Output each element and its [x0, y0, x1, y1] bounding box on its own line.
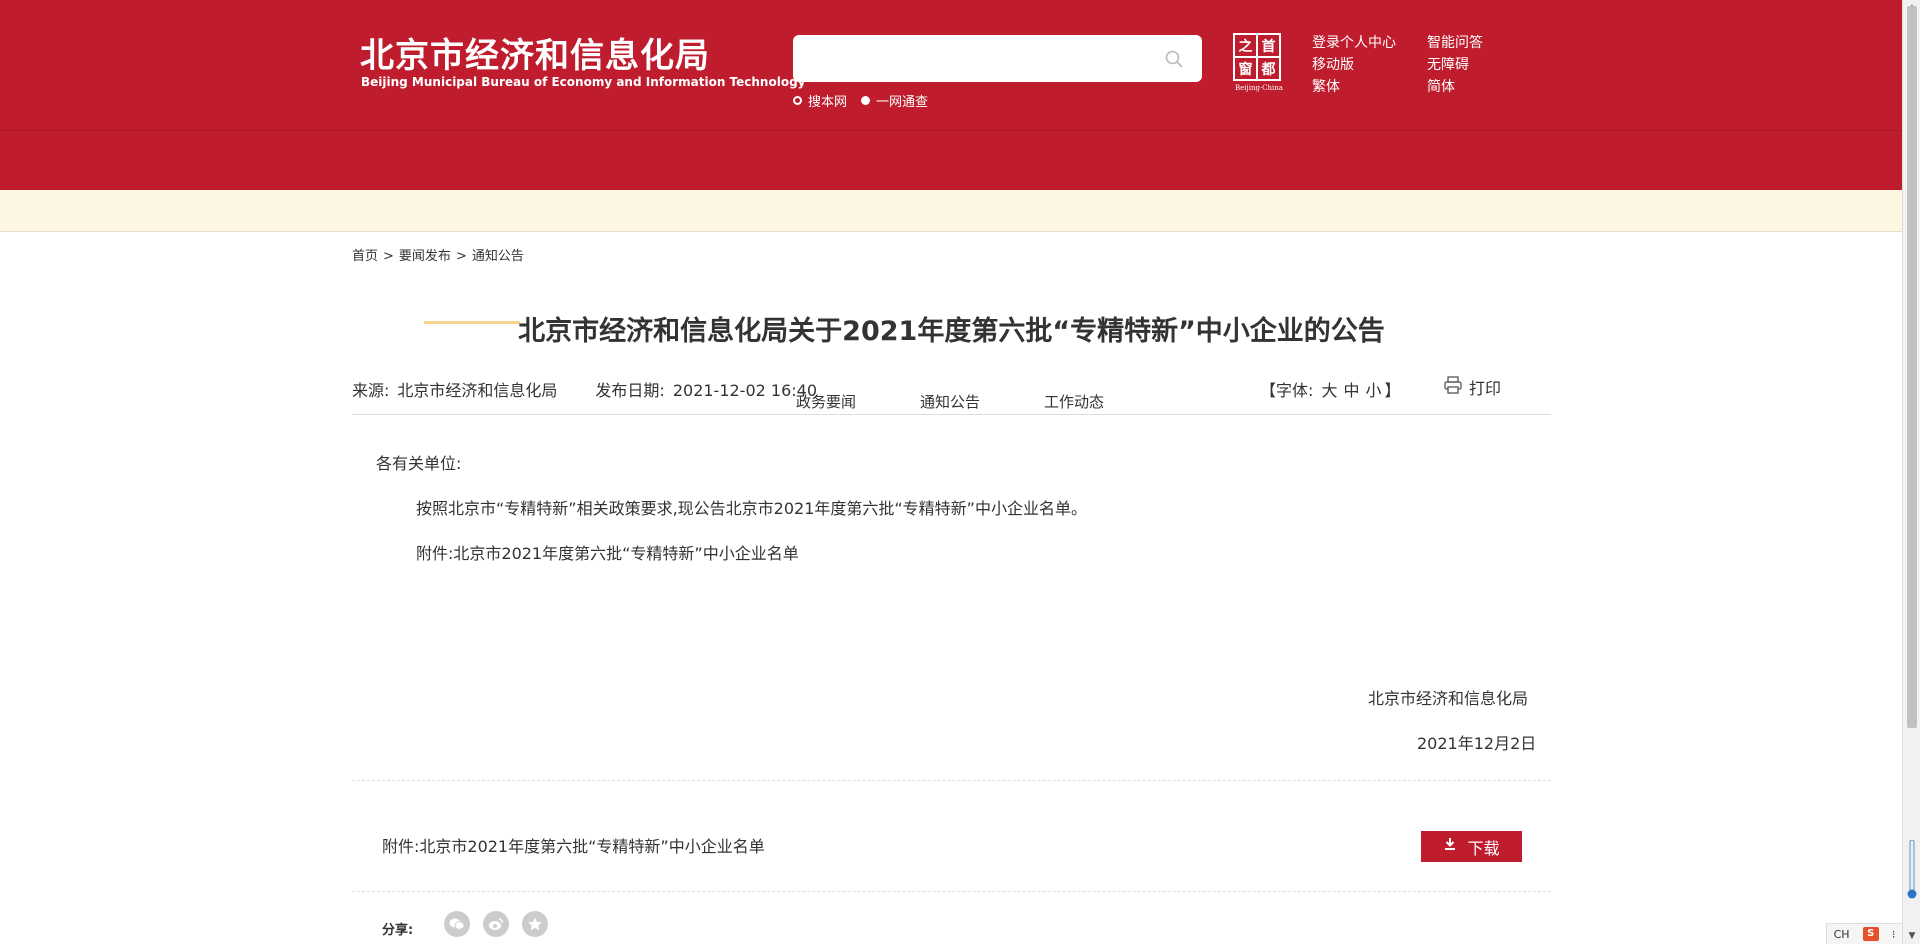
font-size-medium[interactable]: 中	[1344, 381, 1360, 400]
site-logo-subtitle: Beijing Municipal Bureau of Economy and …	[361, 75, 806, 89]
search-scope-site-label: 搜本网	[808, 95, 848, 110]
download-label: 下载	[1467, 840, 1500, 858]
printer-icon	[1443, 375, 1463, 399]
source-label: 来源:	[352, 381, 390, 400]
meta-divider	[352, 414, 1551, 415]
accessibility-link[interactable]: 无障碍	[1427, 54, 1483, 76]
search-input[interactable]	[807, 35, 1151, 82]
thermometer-icon	[1907, 839, 1917, 900]
login-link[interactable]: 登录个人中心	[1312, 32, 1396, 54]
attachment-link[interactable]: 附件:北京市2021年度第六批“专精特新”中小企业名单	[382, 833, 765, 857]
smart-qa-link[interactable]: 智能问答	[1427, 32, 1483, 54]
date-label: 发布日期:	[595, 381, 665, 400]
simplified-chinese-link[interactable]: 简体	[1427, 76, 1483, 98]
font-size-label-close: 】	[1384, 381, 1401, 400]
capital-logo-char: 都	[1258, 58, 1279, 79]
article-title: 北京市经济和信息化局关于2021年度第六批“专精特新”中小企业的公告	[518, 316, 1385, 347]
breadcrumb-notices[interactable]: 通知公告	[472, 249, 524, 264]
mobile-link[interactable]: 移动版	[1312, 54, 1396, 76]
signature-date: 2021年12月2日	[1417, 734, 1537, 753]
print-button[interactable]: 打印	[1443, 375, 1501, 399]
page: 北京市经济和信息化局 Beijing Municipal Bureau of E…	[0, 0, 1902, 944]
scroll-down-icon[interactable]: ▼	[1903, 928, 1920, 944]
nav-item-data[interactable]: 经信数据	[1384, 276, 1480, 311]
font-size-small[interactable]: 小	[1366, 381, 1382, 400]
source-value: 北京市经济和信息化局	[397, 381, 558, 400]
traditional-chinese-link[interactable]: 繁体	[1312, 76, 1396, 98]
system-tray: CH S ⁝	[1826, 923, 1902, 944]
search-scope: 搜本网 一网通查	[793, 91, 928, 110]
subnav-item-notices[interactable]: 通知公告	[920, 391, 980, 412]
breadcrumb-separator: >	[383, 249, 394, 264]
scrollbar-thumb[interactable]	[1907, 6, 1917, 728]
font-size-large[interactable]: 大	[1322, 381, 1338, 400]
tray-options-icon[interactable]: ⁝	[1892, 928, 1896, 941]
wechat-icon[interactable]	[444, 911, 470, 937]
weibo-icon[interactable]	[483, 911, 509, 937]
vertical-scrollbar[interactable]: ▲ ▼	[1902, 0, 1920, 944]
capital-logo-caption: Beijing·China	[1235, 84, 1283, 92]
signature-org: 北京市经济和信息化局	[1368, 689, 1529, 708]
print-label: 打印	[1469, 379, 1502, 398]
search-box	[793, 35, 1202, 82]
article-meta: 来源: 北京市经济和信息化局 发布日期: 2021-12-02 16:40	[352, 377, 817, 401]
divider	[352, 780, 1551, 781]
breadcrumb-separator: >	[455, 249, 467, 264]
header-links-right: 智能问答 无障碍 简体	[1427, 32, 1483, 98]
download-icon	[1443, 837, 1457, 856]
breadcrumb: 首页 > 要闻发布 > 通知公告	[352, 245, 524, 264]
header-links-left: 登录个人中心 移动版 繁体	[1312, 32, 1396, 98]
divider	[352, 891, 1551, 892]
site-logo-title[interactable]: 北京市经济和信息化局	[360, 28, 710, 77]
ime-icon[interactable]: S	[1862, 927, 1879, 941]
search-scope-all[interactable]: 一网通查	[861, 91, 928, 110]
sub-nav: 政务要闻 通知公告 工作动态	[0, 190, 1902, 411]
search-scope-all-label: 一网通查	[876, 95, 929, 110]
salutation: 各有关单位:	[376, 454, 462, 473]
radio-checked-icon	[861, 96, 871, 105]
search-scope-site[interactable]: 搜本网	[793, 91, 847, 110]
capital-logo-char: 窗	[1235, 58, 1256, 79]
top-header: 北京市经济和信息化局 Beijing Municipal Bureau of E…	[0, 0, 1902, 130]
font-size-label: 【字体:	[1260, 381, 1314, 400]
radio-unchecked-icon	[793, 96, 802, 105]
nav-item-gov-services[interactable]: 政务服务	[904, 276, 1000, 311]
body-attachment-line: 附件:北京市2021年度第六批“专精特新”中小企业名单	[416, 544, 799, 563]
capital-logo-char: 首	[1258, 35, 1279, 56]
body-paragraph: 按照北京市“专精特新”相关政策要求,现公告北京市2021年度第六批“专精特新”中…	[416, 499, 1087, 518]
nav-item-news[interactable]: 要闻发布	[424, 276, 520, 324]
capital-logo-char: 之	[1235, 35, 1256, 56]
favorite-icon[interactable]	[522, 911, 548, 937]
download-button[interactable]: 下载	[1421, 831, 1522, 862]
capital-window-logo[interactable]: 之 首 窗 都 Beijing·China	[1233, 33, 1285, 92]
input-language[interactable]: CH	[1834, 928, 1850, 941]
breadcrumb-home[interactable]: 首页	[352, 249, 378, 264]
breadcrumb-news[interactable]: 要闻发布	[399, 249, 451, 264]
date-value: 2021-12-02 16:40	[672, 381, 818, 400]
nav-item-interaction[interactable]: 政民互动	[1144, 276, 1240, 311]
main-nav: 要闻发布 政务公开 政务服务 政民互动 经信数据	[0, 130, 1902, 324]
nav-item-gov-affairs[interactable]: 政务公开	[664, 276, 760, 311]
search-icon[interactable]	[1164, 49, 1184, 69]
share-label: 分享:	[382, 923, 414, 938]
subnav-item-work-updates[interactable]: 工作动态	[1044, 391, 1104, 412]
font-size-control: 【字体: 大中小】	[1260, 377, 1401, 401]
